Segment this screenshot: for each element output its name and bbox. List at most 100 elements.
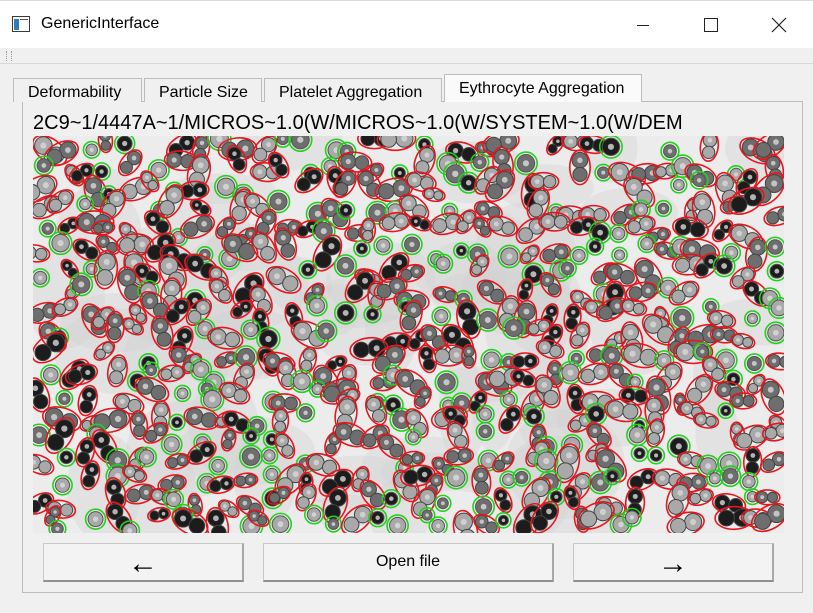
- cell-body: [300, 359, 313, 372]
- tab-particle-size[interactable]: Particle Size: [144, 78, 262, 102]
- cell-center: [613, 368, 619, 374]
- cell-center: [553, 329, 558, 335]
- cell-center: [699, 417, 703, 422]
- cell-body: [209, 479, 222, 493]
- cell-center: [678, 398, 682, 402]
- cell-center: [477, 221, 482, 226]
- cell-center: [103, 258, 110, 265]
- cell-center: [89, 267, 94, 271]
- cell-body: [133, 470, 145, 482]
- cell-center: [629, 515, 635, 520]
- cell-center: [374, 167, 379, 173]
- cell-center: [228, 433, 232, 438]
- cell-center: [311, 512, 317, 517]
- cell-center: [122, 140, 128, 147]
- cell-center: [466, 349, 471, 354]
- cell-center: [197, 187, 203, 193]
- cell-center: [370, 312, 375, 317]
- cell-center: [645, 288, 651, 294]
- cell-center: [396, 259, 403, 266]
- cell-center: [269, 358, 276, 364]
- cell-body: [501, 221, 515, 235]
- cell-center: [113, 196, 120, 202]
- minimize-button[interactable]: [609, 1, 677, 49]
- cell-center: [127, 322, 131, 326]
- cell-center: [242, 500, 248, 506]
- cell-center: [315, 387, 320, 392]
- cell-center: [89, 467, 95, 472]
- cell-body: [92, 316, 105, 329]
- cell-center: [371, 401, 377, 407]
- arrow-left-icon: ←: [128, 547, 158, 580]
- cell-body: [766, 211, 780, 225]
- cell-body: [54, 303, 67, 316]
- cell-center: [38, 275, 43, 281]
- cell-body: [518, 289, 530, 301]
- cell-center: [165, 262, 173, 269]
- tab-platelet-aggregation[interactable]: Platelet Aggregation: [264, 78, 442, 102]
- cell-center: [390, 402, 396, 408]
- cell-center: [438, 291, 443, 296]
- cell-center: [480, 259, 485, 264]
- cell-center: [554, 494, 559, 499]
- cell-center: [776, 456, 782, 462]
- open-file-button[interactable]: Open file: [263, 543, 554, 582]
- cell-center: [136, 416, 141, 422]
- cell-center: [755, 244, 761, 251]
- cell-center: [643, 221, 649, 227]
- cell-center: [519, 475, 524, 480]
- cell-center: [677, 489, 684, 496]
- cell-center: [501, 176, 508, 183]
- cell-center: [42, 182, 49, 189]
- cell-body: [657, 326, 674, 344]
- cell-center: [770, 160, 776, 166]
- cell-body: [334, 182, 349, 196]
- next-image-button[interactable]: →: [573, 543, 774, 582]
- previous-image-button[interactable]: ←: [43, 543, 244, 582]
- cell-body: [159, 199, 175, 216]
- cell-center: [601, 170, 606, 175]
- cell-center: [542, 344, 547, 350]
- cell-center: [213, 271, 219, 276]
- cell-center: [592, 428, 598, 434]
- toolbar-grip-icon[interactable]: [6, 51, 12, 61]
- cell-body: [695, 263, 709, 277]
- microscopy-blood-cells-image: [33, 136, 784, 533]
- cell-center: [537, 484, 544, 491]
- toolbar-strip: [0, 48, 813, 64]
- cell-center: [607, 143, 615, 150]
- cell-center: [398, 185, 405, 192]
- cell-center: [705, 463, 711, 469]
- cell-body: [487, 183, 504, 200]
- title-bar[interactable]: GenericInterface: [0, 0, 813, 48]
- cell-center: [119, 398, 125, 404]
- cell-center: [541, 323, 546, 328]
- tab-eythrocyte-aggregation[interactable]: Eythrocyte Aggregation: [444, 74, 642, 102]
- maximize-button[interactable]: [677, 1, 745, 49]
- cell-body: [188, 517, 206, 533]
- cell-center: [696, 178, 702, 183]
- cell-center: [283, 365, 289, 371]
- cell-body: [689, 221, 706, 238]
- cell-center: [281, 490, 286, 495]
- cell-body: [126, 488, 141, 503]
- cell-body: [224, 331, 241, 348]
- microscopy-image-view[interactable]: [33, 136, 784, 533]
- cell-center: [257, 169, 263, 175]
- cell-center: [707, 137, 713, 143]
- cell-center: [175, 480, 180, 485]
- close-button[interactable]: [745, 1, 813, 49]
- cell-center: [627, 329, 634, 336]
- cell-center: [767, 386, 774, 393]
- cell-center: [131, 155, 137, 161]
- cell-center: [498, 493, 504, 498]
- cell-center: [719, 500, 726, 506]
- cell-center: [257, 238, 264, 245]
- cell-center: [311, 174, 317, 180]
- cell-center: [499, 154, 505, 160]
- cell-center: [602, 455, 609, 462]
- cell-center: [424, 494, 430, 500]
- tab-deformability[interactable]: Deformability: [13, 78, 142, 102]
- cell-center: [567, 369, 574, 376]
- cell-center: [589, 304, 594, 310]
